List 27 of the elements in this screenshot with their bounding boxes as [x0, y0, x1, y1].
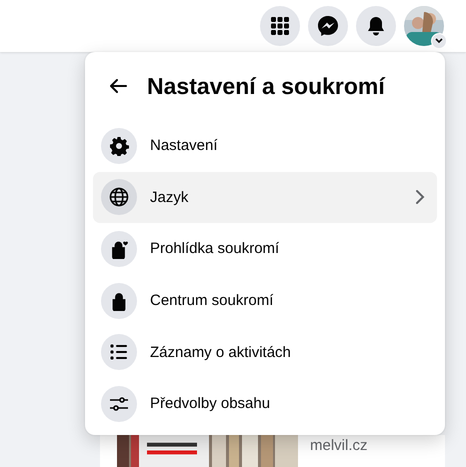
menu-item-label: Centrum soukromí: [150, 292, 274, 310]
grid-icon: [270, 16, 290, 36]
bell-icon: [366, 16, 386, 36]
globe-icon: [109, 187, 129, 208]
menu-item[interactable]: Nastavení: [93, 120, 437, 172]
menu-item[interactable]: Centrum soukromí: [93, 274, 437, 326]
caret-icon: [431, 33, 447, 49]
menu-item[interactable]: Jazyk: [93, 172, 437, 224]
messenger-button[interactable]: [308, 6, 348, 46]
notifications-button[interactable]: [356, 6, 396, 46]
messenger-icon: [317, 15, 339, 37]
menu-item[interactable]: Předvolby obsahu: [93, 378, 437, 430]
menu-item-label: Předvolby obsahu: [150, 395, 272, 412]
menu-item-label: Nastavení: [150, 137, 219, 154]
menu-item-label: Záznamy o aktivitách: [150, 344, 292, 361]
list-icon: [109, 342, 129, 362]
link-domain[interactable]: melvil.cz: [310, 437, 368, 454]
menu-item-label: Prohlídka soukromí: [150, 240, 280, 258]
menu-item-label: Jazyk: [150, 188, 190, 206]
menu-title: Nastavení a soukromí: [147, 72, 385, 100]
menu-button[interactable]: [260, 6, 300, 46]
lock-heart-icon: [109, 238, 129, 259]
back-arrow-icon: [109, 78, 127, 94]
gear-icon: [109, 136, 129, 156]
menu-item[interactable]: Prohlídka soukromí: [93, 223, 437, 275]
menu-item[interactable]: Záznamy o aktivitách: [93, 326, 437, 378]
account-button[interactable]: [404, 6, 444, 46]
